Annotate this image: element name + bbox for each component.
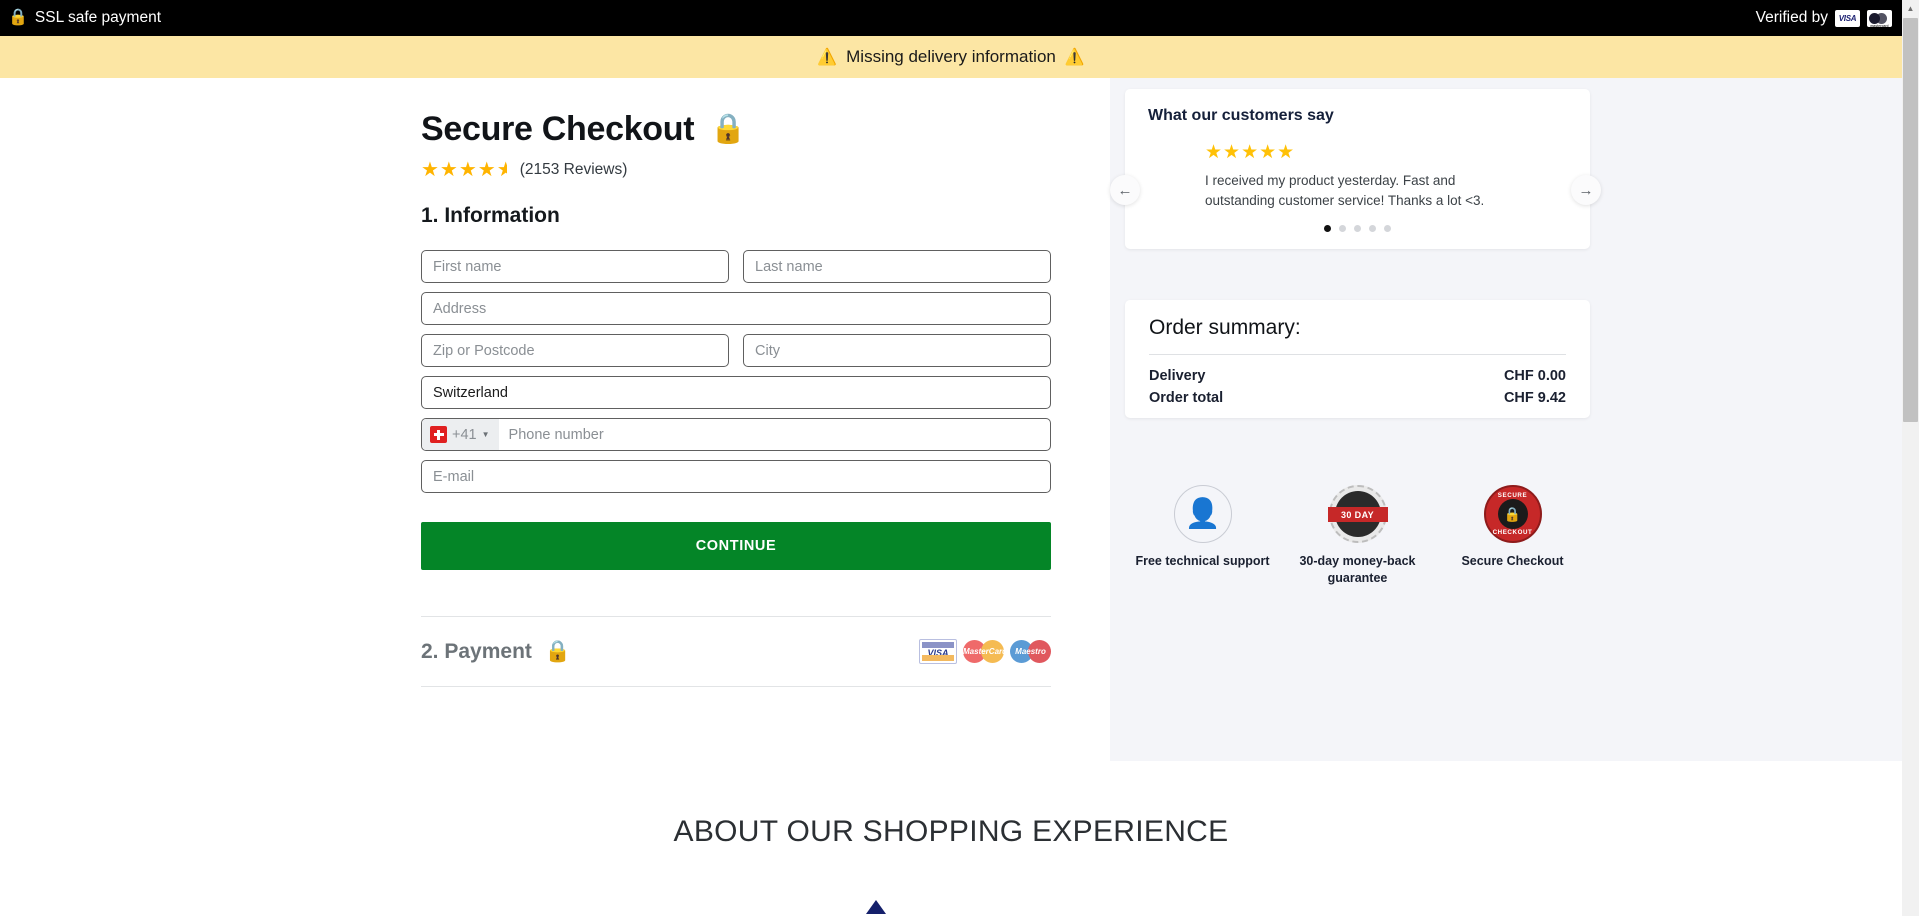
testimonial-text: I received my product yesterday. Fast an… — [1205, 173, 1485, 208]
badge-free-technical-support: 👤 Free technical support — [1128, 485, 1278, 587]
page-title: Secure Checkout — [421, 110, 695, 148]
lock-icon: 🔒 — [544, 640, 572, 663]
continue-button[interactable]: CONTINUE — [421, 522, 1051, 570]
about-section-marker-icon — [866, 900, 886, 914]
email-input[interactable]: E-mail — [421, 460, 1051, 493]
visa-card-icon: VISA — [919, 639, 957, 664]
order-total-value: CHF 9.42 — [1503, 390, 1566, 406]
testimonial-title: What our customers say — [1148, 107, 1334, 124]
mastercard-badge-icon: mastercard — [1867, 9, 1892, 27]
step-1-heading: 1. Information — [421, 204, 560, 227]
country-select[interactable]: Switzerland — [421, 376, 1051, 409]
warning-triangle-icon: ⚠️ — [1064, 49, 1085, 66]
headset-support-icon: 👤 — [1173, 485, 1232, 543]
first-name-input[interactable]: First name — [421, 250, 729, 283]
missing-delivery-warning-banner: ⚠️ Missing delivery information ⚠️ — [0, 36, 1902, 78]
maestro-card-icon: Maestro — [1010, 639, 1051, 664]
order-summary-card: Order summary: Delivery CHF 0.00 Order t… — [1125, 300, 1590, 418]
phone-country-selector[interactable]: +41 ▼ — [422, 419, 499, 450]
accepted-cards: VISA MasterCard Maestro — [919, 639, 1051, 664]
city-input[interactable]: City — [743, 334, 1051, 367]
checkout-column: Secure Checkout 🔒 ★★★★★ (2153 Reviews) 1… — [421, 110, 1051, 687]
carousel-dot[interactable] — [1339, 225, 1346, 233]
scroll-up-arrow-icon[interactable]: ▲ — [1902, 0, 1919, 17]
scrollbar-thumb[interactable] — [1903, 18, 1918, 422]
section-divider — [421, 616, 1051, 617]
ssl-notice: 🔒 SSL safe payment — [8, 9, 161, 27]
visa-badge-icon: VISA — [1835, 9, 1860, 27]
verified-by-group: Verified by VISA mastercard — [1756, 9, 1892, 27]
carousel-dots[interactable] — [1148, 225, 1567, 233]
order-summary-title: Order summary: — [1149, 316, 1301, 339]
warning-text: Missing delivery information — [846, 47, 1056, 66]
phone-input-group[interactable]: +41 ▼ Phone number — [421, 418, 1051, 451]
address-input[interactable]: Address — [421, 292, 1051, 325]
lock-icon: 🔒 — [8, 9, 28, 26]
payment-title-group: 2. Payment 🔒 — [421, 640, 571, 664]
money-back-band-label: 30 DAY — [1327, 507, 1388, 522]
trust-badges: 👤 Free technical support 30 DAY 30-day m… — [1125, 485, 1590, 587]
payment-section-header[interactable]: 2. Payment 🔒 VISA MasterCard Maestro — [421, 639, 1051, 687]
page-scrollbar[interactable]: ▲ — [1902, 0, 1919, 916]
summary-divider — [1149, 354, 1566, 355]
rating-row: ★★★★★ (2153 Reviews) — [421, 160, 1051, 180]
star-rating-icon: ★★★★★ — [421, 159, 507, 181]
page-title-row: Secure Checkout 🔒 — [421, 110, 1051, 149]
information-form: First name Last name Address Zip or Post… — [421, 250, 1051, 493]
zip-input[interactable]: Zip or Postcode — [421, 334, 729, 367]
money-back-seal-icon: 30 DAY — [1327, 485, 1388, 543]
badge-secure-checkout: SECURE 🔒 CHECKOUT Secure Checkout — [1438, 485, 1588, 587]
summary-row-order-total: Order total CHF 9.42 — [1149, 390, 1566, 406]
about-section-heading: ABOUT OUR SHOPPING EXPERIENCE — [673, 815, 1229, 848]
lock-icon: 🔒 — [1497, 499, 1528, 529]
carousel-dot[interactable] — [1354, 225, 1361, 233]
mastercard-card-icon: MasterCard — [963, 639, 1007, 664]
arrow-left-icon: ← — [1117, 181, 1133, 199]
chevron-down-icon: ▼ — [481, 430, 490, 439]
delivery-label: Delivery — [1149, 368, 1206, 384]
step-2-heading: 2. Payment — [421, 639, 532, 663]
carousel-dot[interactable] — [1384, 225, 1391, 233]
reviews-count: (2153 Reviews) — [519, 161, 628, 178]
carousel-dot[interactable] — [1369, 225, 1376, 233]
badge-caption: Secure Checkout — [1461, 554, 1564, 568]
seal-top-text: SECURE — [1497, 492, 1528, 499]
top-security-bar: 🔒 SSL safe payment Verified by VISA mast… — [0, 0, 1902, 36]
last-name-input[interactable]: Last name — [743, 250, 1051, 283]
delivery-value: CHF 0.00 — [1503, 368, 1566, 384]
testimonial-star-rating-icon: ★★★★★ — [1205, 142, 1296, 163]
order-total-label: Order total — [1149, 390, 1224, 406]
carousel-prev-button[interactable]: ← — [1110, 175, 1140, 205]
lock-icon: 🔒 — [710, 113, 747, 145]
seal-bottom-text: CHECKOUT — [1492, 529, 1533, 536]
secure-checkout-seal-icon: SECURE 🔒 CHECKOUT — [1483, 485, 1542, 543]
badge-money-back-guarantee: 30 DAY 30-day money-back guarantee — [1283, 485, 1433, 587]
carousel-next-button[interactable]: → — [1571, 175, 1601, 205]
arrow-right-icon: → — [1578, 181, 1594, 199]
phone-number-input[interactable]: Phone number — [499, 427, 604, 443]
ssl-label: SSL safe payment — [34, 9, 162, 26]
carousel-dot[interactable] — [1324, 225, 1331, 233]
badge-caption: 30-day money-back guarantee — [1299, 554, 1416, 585]
testimonial-card: What our customers say ★★★★★ I received … — [1125, 89, 1590, 249]
phone-prefix-label: +41 — [452, 426, 477, 443]
verified-by-label: Verified by — [1755, 9, 1828, 26]
badge-caption: Free technical support — [1135, 554, 1270, 568]
swiss-flag-icon — [430, 426, 447, 443]
summary-row-delivery: Delivery CHF 0.00 — [1149, 368, 1566, 384]
warning-triangle-icon: ⚠️ — [817, 49, 838, 66]
